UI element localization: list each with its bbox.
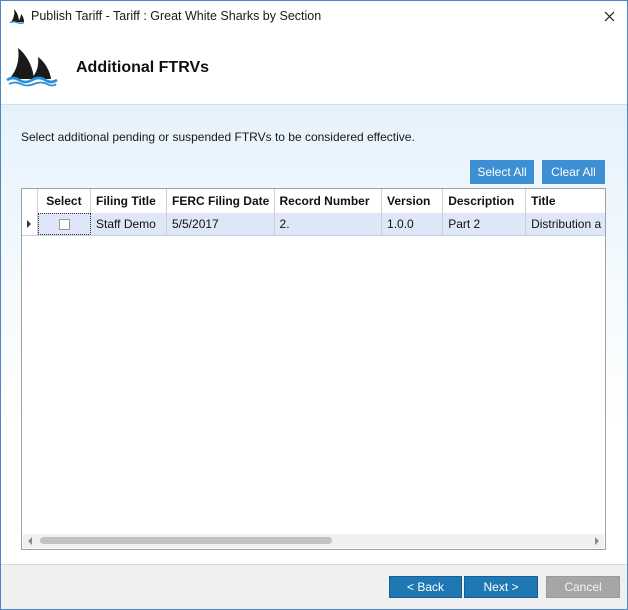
column-header-version[interactable]: Version xyxy=(382,189,444,213)
column-header-record-number[interactable]: Record Number xyxy=(275,189,383,213)
column-header-filing-title[interactable]: Filing Title xyxy=(91,189,167,213)
horizontal-scrollbar[interactable] xyxy=(23,534,604,548)
shark-fin-logo-icon xyxy=(6,48,58,87)
column-header-select[interactable]: Select xyxy=(38,189,92,213)
row-indicator-arrow-icon xyxy=(27,220,32,228)
row-indicator xyxy=(22,213,38,235)
dialog-window: Publish Tariff - Tariff : Great White Sh… xyxy=(0,0,628,610)
window-title: Publish Tariff - Tariff : Great White Sh… xyxy=(31,9,322,23)
cell-record-number: 2. xyxy=(275,213,383,235)
grid-header: Select Filing Title FERC Filing Date Rec… xyxy=(22,189,605,214)
cancel-button[interactable]: Cancel xyxy=(546,576,620,598)
column-header-ferc-filing-date[interactable]: FERC Filing Date xyxy=(167,189,275,213)
row-header-corner xyxy=(22,189,38,213)
select-all-button[interactable]: Select All xyxy=(470,160,534,184)
close-button[interactable] xyxy=(591,1,627,32)
content-area: Select additional pending or suspended F… xyxy=(1,105,627,564)
scroll-left-arrow-icon[interactable] xyxy=(28,537,32,545)
instruction-text: Select additional pending or suspended F… xyxy=(21,130,415,144)
row-select-checkbox[interactable] xyxy=(58,218,70,230)
page-title: Additional FTRVs xyxy=(76,59,210,76)
column-header-description[interactable]: Description xyxy=(443,189,527,213)
title-bar: Publish Tariff - Tariff : Great White Sh… xyxy=(1,1,627,32)
cell-ferc-filing-date: 5/5/2017 xyxy=(167,213,275,235)
wizard-footer: < Back Next > Cancel xyxy=(1,564,627,609)
scrollbar-thumb[interactable] xyxy=(40,537,332,544)
table-row[interactable]: Staff Demo 5/5/2017 2. 1.0.0 Part 2 Dist… xyxy=(22,213,605,236)
shark-fin-icon xyxy=(9,9,25,24)
cell-title: Distribution a xyxy=(531,217,602,231)
ftrv-grid[interactable]: Select Filing Title FERC Filing Date Rec… xyxy=(21,188,606,550)
close-icon xyxy=(604,11,614,22)
wizard-header: Additional FTRVs xyxy=(1,32,627,105)
cell-version: 1.0.0 xyxy=(382,213,444,235)
cell-description: Part 2 xyxy=(443,213,527,235)
row-select-cell[interactable] xyxy=(37,213,92,235)
column-header-title[interactable]: Title xyxy=(526,189,605,213)
clear-all-button[interactable]: Clear All xyxy=(542,160,605,184)
next-button[interactable]: Next > xyxy=(464,576,538,598)
scroll-right-arrow-icon[interactable] xyxy=(595,537,599,545)
back-button[interactable]: < Back xyxy=(389,576,462,598)
cell-filing-title: Staff Demo xyxy=(91,213,167,235)
